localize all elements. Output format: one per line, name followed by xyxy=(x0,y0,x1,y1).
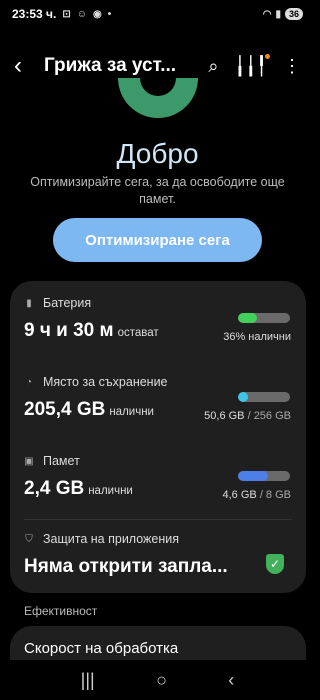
storage-level-bar xyxy=(238,392,290,402)
memory-label: Памет xyxy=(43,454,80,468)
device-care-card: ▮ Батерия 9 ч и 30 м остават 36% налични … xyxy=(10,281,306,593)
battery-indicator: 36 xyxy=(284,8,303,20)
battery-row[interactable]: ▮ Батерия 9 ч и 30 м остават 36% налични xyxy=(10,281,306,359)
signal-icon: ▮ xyxy=(275,8,281,20)
shield-icon: ⛉ xyxy=(25,533,33,545)
home-icon[interactable]: ○ xyxy=(156,670,167,691)
shield-check-icon: ✓ xyxy=(266,554,284,574)
app-protection-label: Защита на приложения xyxy=(43,532,180,546)
storage-row[interactable]: ◔ Място за съхранение 205,4 GB налични 50… xyxy=(10,361,306,439)
storage-caption: 50,6 GB / 256 GB xyxy=(204,410,291,422)
battery-value: 9 ч и 30 м остават xyxy=(24,320,159,341)
memory-caption: 4,6 GB / 8 GB xyxy=(222,489,292,501)
status-bar: 23:53 ч. ⊡ ☺ ◉ • ◠ ▮ 36 xyxy=(0,0,315,28)
efficiency-section-label: Ефективност xyxy=(24,604,98,618)
memory-row[interactable]: ▣ Памет 2,4 GB налични 4,6 GB / 8 GB xyxy=(10,439,306,517)
storage-value: 205,4 GB налични xyxy=(24,399,154,420)
processing-speed-label: Скорост на обработка xyxy=(24,640,179,657)
search-icon[interactable]: ⌕ xyxy=(208,56,218,77)
clock: 23:53 ч. xyxy=(12,7,57,21)
divider xyxy=(24,519,292,520)
wifi-icon: ◠ xyxy=(262,8,272,20)
recents-icon[interactable]: ||| xyxy=(81,670,95,691)
memory-icon: ▣ xyxy=(24,455,34,467)
diagnostics-icon[interactable]: ╽╽╿ xyxy=(234,53,270,77)
status-subtitle: Оптимизирайте сега, за да освободите още… xyxy=(30,175,285,206)
status-ring-icon xyxy=(118,78,198,118)
app-protection-row[interactable]: ⛉ Защита на приложения Няма открити запл… xyxy=(10,521,306,591)
optimize-now-button[interactable]: Оптимизиране сега xyxy=(53,218,262,262)
dot-icon: • xyxy=(107,8,112,20)
screen-record-icon: ⊡ xyxy=(62,8,71,20)
chrome-icon: ◉ xyxy=(92,8,102,20)
storage-level-fill xyxy=(238,392,249,402)
battery-icon: ▮ xyxy=(26,297,32,309)
face-icon: ☺ xyxy=(76,8,87,20)
navigation-bar: ||| ○ ‹ xyxy=(0,660,315,700)
page-title: Грижа за уст... xyxy=(44,55,177,76)
battery-level-fill xyxy=(238,313,257,323)
battery-level-bar xyxy=(238,313,290,323)
back-nav-icon[interactable]: ‹ xyxy=(228,670,234,691)
back-icon[interactable]: ‹ xyxy=(14,52,44,80)
memory-level-fill xyxy=(238,471,268,481)
app-protection-value: Няма открити запла... xyxy=(24,556,228,577)
battery-caption: 36% налични xyxy=(223,331,291,343)
memory-level-bar xyxy=(238,471,290,481)
device-status: Добро xyxy=(116,138,199,169)
more-icon[interactable]: ⋮ xyxy=(283,56,301,77)
storage-icon: ◔ xyxy=(25,376,33,388)
battery-label: Батерия xyxy=(43,296,92,310)
notification-dot xyxy=(265,53,270,59)
storage-label: Място за съхранение xyxy=(43,375,168,389)
memory-value: 2,4 GB налични xyxy=(24,478,133,499)
